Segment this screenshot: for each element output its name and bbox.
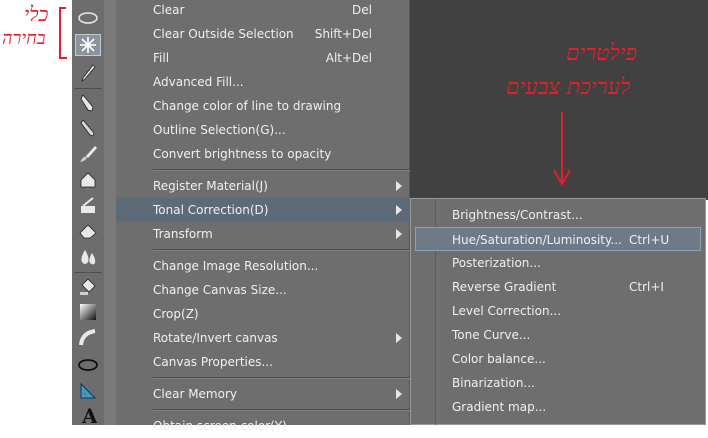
submenu-item-shortcut: Ctrl+I <box>629 280 664 294</box>
auto-select-wand-icon[interactable] <box>75 34 101 56</box>
menu-item-shortcut: Del <box>352 3 372 17</box>
submenu-arrow-icon <box>396 181 402 191</box>
menu-item-label: Convert brightness to opacity <box>153 147 332 161</box>
menu-item-convert-brightness[interactable]: Convert brightness to opacity <box>116 142 410 166</box>
menu-item-label: Fill <box>153 51 170 65</box>
submenu-arrow-icon <box>396 389 402 399</box>
menu-item-label: Canvas Properties... <box>153 355 273 369</box>
menu-item-clear-outside-selection[interactable]: Clear Outside Selection Shift+Del <box>116 22 410 46</box>
menu-separator <box>153 169 410 171</box>
submenu-item-hue-saturation-luminosity[interactable]: Hue/Saturation/Luminosity... Ctrl+U <box>415 227 701 251</box>
menu-item-register-material[interactable]: Register Material(J) <box>116 174 410 198</box>
submenu-item-color-balance[interactable]: Color balance... <box>415 347 701 371</box>
menu-item-tonal-correction[interactable]: Tonal Correction(D) <box>116 198 410 222</box>
text-icon[interactable]: A <box>75 404 101 426</box>
submenu-item-level-correction[interactable]: Level Correction... <box>415 299 701 323</box>
menu-item-clear-memory[interactable]: Clear Memory <box>116 382 410 406</box>
annotation-left-line2: בחירה <box>2 28 46 49</box>
submenu-item-tone-curve[interactable]: Tone Curve... <box>415 323 701 347</box>
brush-icon[interactable] <box>75 143 101 165</box>
gradient-icon[interactable] <box>75 301 101 323</box>
annotation-right-line2: לעריכת צבעים <box>506 75 631 100</box>
menu-item-label: Change color of line to drawing <box>153 99 342 113</box>
menu-item-outline-selection[interactable]: Outline Selection(G)... <box>116 118 410 142</box>
submenu-item-binarization[interactable]: Binarization... <box>415 371 701 395</box>
menu-item-label: Advanced Fill... <box>153 75 244 89</box>
menu-item-advanced-fill[interactable]: Advanced Fill... <box>116 70 410 94</box>
menu-item-shortcut: Shift+Del <box>314 27 372 41</box>
menu-item-label: Rotate/Invert canvas <box>153 331 278 345</box>
menu-item-transform[interactable]: Transform <box>116 222 410 246</box>
menu-item-change-image-resolution[interactable]: Change Image Resolution... <box>116 254 410 278</box>
submenu-item-label: Posterization... <box>452 256 541 270</box>
menu-item-label: Clear Memory <box>153 387 237 401</box>
submenu-arrow-icon <box>396 229 402 239</box>
eyedropper-icon[interactable] <box>75 62 101 84</box>
ruler-icon[interactable] <box>75 380 101 402</box>
menu-item-change-canvas-size[interactable]: Change Canvas Size... <box>116 278 410 302</box>
menu-separator <box>153 249 410 251</box>
submenu-item-label: Gradient map... <box>452 400 547 414</box>
menu-item-label: Register Material(J) <box>153 179 268 193</box>
submenu-item-label: Tone Curve... <box>452 328 531 342</box>
submenu-item-posterization[interactable]: Posterization... <box>415 251 701 275</box>
menu-item-label: Clear <box>153 3 185 17</box>
airbrush-icon[interactable] <box>75 169 101 191</box>
menu-item-change-line-color[interactable]: Change color of line to drawing <box>116 94 410 118</box>
annotation-right-line1: פילטרים <box>566 41 638 66</box>
menu-item-label: Transform <box>153 227 213 241</box>
svg-text:A: A <box>81 405 97 425</box>
edit-menu: Clear Del Clear Outside Selection Shift+… <box>116 0 410 433</box>
menu-separator <box>153 409 410 411</box>
pen-icon[interactable] <box>75 92 101 114</box>
annotation-arrow <box>553 112 571 187</box>
decoration-icon[interactable] <box>75 195 101 217</box>
submenu-arrow-icon <box>396 205 402 215</box>
blend-icon[interactable] <box>75 246 101 268</box>
menu-item-canvas-properties[interactable]: Canvas Properties... <box>116 350 410 374</box>
eraser-icon[interactable] <box>75 220 101 242</box>
submenu-item-label: Hue/Saturation/Luminosity... <box>452 233 622 247</box>
menu-item-label: Obtain screen color(Y) <box>153 419 287 433</box>
annotation-left-line1: כלי <box>24 2 49 26</box>
ellipse-selection-icon[interactable] <box>75 7 101 29</box>
tonal-correction-submenu: Brightness/Contrast... Hue/Saturation/Lu… <box>410 198 706 425</box>
menu-item-rotate-invert-canvas[interactable]: Rotate/Invert canvas <box>116 326 410 350</box>
menu-separator <box>153 377 410 379</box>
figure-line-icon[interactable] <box>75 327 101 349</box>
menu-item-fill[interactable]: Fill Alt+Del <box>116 46 410 70</box>
fill-bucket-icon[interactable] <box>75 276 101 298</box>
submenu-item-label: Color balance... <box>452 352 546 366</box>
menu-item-label: Clear Outside Selection <box>153 27 294 41</box>
menu-item-label: Crop(Z) <box>153 307 199 321</box>
menu-item-label: Change Canvas Size... <box>153 283 287 297</box>
submenu-item-reverse-gradient[interactable]: Reverse Gradient Ctrl+I <box>415 275 701 299</box>
submenu-item-label: Binarization... <box>452 376 535 390</box>
ellipse-figure-icon[interactable] <box>75 354 101 376</box>
submenu-item-label: Brightness/Contrast... <box>452 208 583 222</box>
menu-item-label: Outline Selection(G)... <box>153 123 286 137</box>
pencil-icon[interactable] <box>75 117 101 139</box>
toolbar-gap <box>104 0 116 425</box>
menu-item-label: Change Image Resolution... <box>153 259 319 273</box>
menu-item-label: Tonal Correction(D) <box>153 203 269 217</box>
submenu-item-label: Level Correction... <box>452 304 562 318</box>
submenu-item-brightness-contrast[interactable]: Brightness/Contrast... <box>415 203 701 227</box>
submenu-item-shortcut: Ctrl+U <box>629 233 670 247</box>
menu-item-clear[interactable]: Clear Del <box>116 0 410 22</box>
submenu-item-gradient-map[interactable]: Gradient map... <box>415 395 701 419</box>
menu-item-crop[interactable]: Crop(Z) <box>116 302 410 326</box>
submenu-arrow-icon <box>396 333 402 343</box>
menu-item-shortcut: Alt+Del <box>325 51 372 65</box>
submenu-item-label: Reverse Gradient <box>452 280 557 294</box>
menu-item-obtain-screen-color[interactable]: Obtain screen color(Y) <box>116 414 410 438</box>
tool-palette: A <box>72 0 105 425</box>
